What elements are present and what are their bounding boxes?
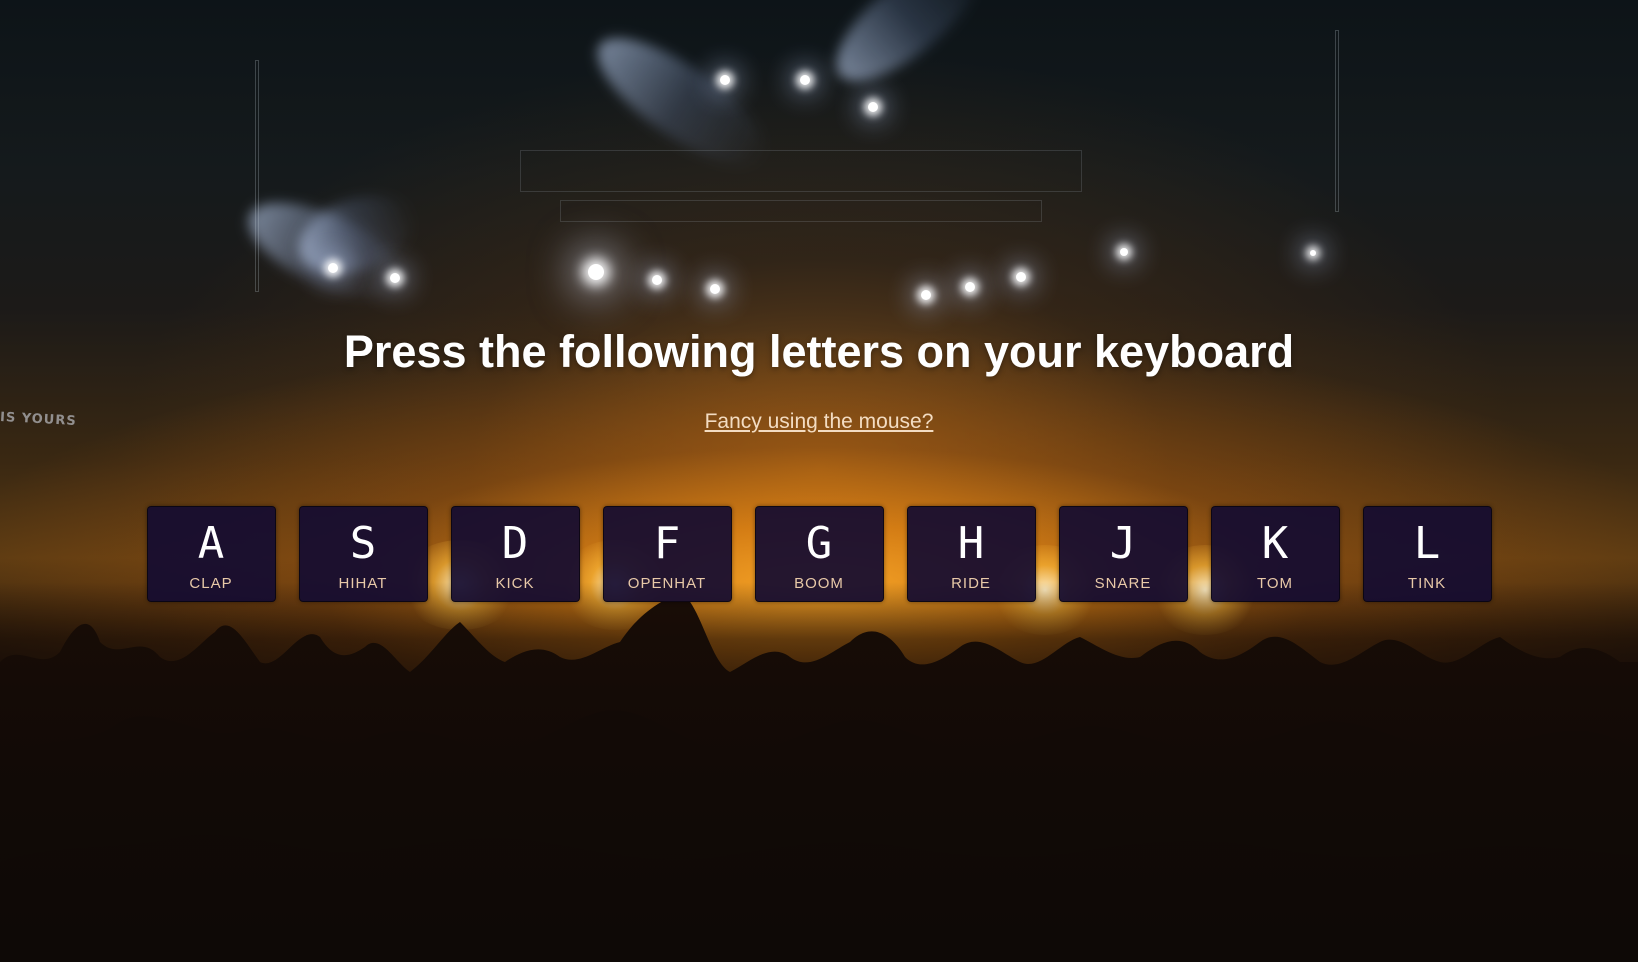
key-sound-label: TOM [1256,575,1294,592]
fancy-mouse-link[interactable]: Fancy using the mouse? [705,410,934,433]
key-sound-label: SNARE [1094,575,1152,592]
key-letter: H [957,518,985,569]
mouse-link-container: Fancy using the mouse? [0,410,1638,434]
key-sound-label: TINK [1407,575,1447,592]
drum-key-a[interactable]: A CLAP [146,506,276,602]
page-title: Press the following letters on your keyb… [343,326,1295,377]
drum-key-d[interactable]: D KICK [450,506,580,602]
key-sound-label: CLAP [189,575,233,592]
key-letter: J [1109,518,1137,569]
drum-kit-app: Press the following letters on your keyb… [0,0,1638,962]
key-sound-label: BOOM [794,575,844,592]
key-letter: S [349,518,377,569]
drum-key-j[interactable]: J SNARE [1058,506,1188,602]
key-letter: F [653,518,681,569]
key-letter: D [501,518,529,569]
drum-key-l[interactable]: L TINK [1362,506,1492,602]
drum-key-g[interactable]: G BOOM [754,506,884,602]
key-letter: A [197,518,225,569]
drum-keys: A CLAP S HIHAT D KICK F OPENHAT G BOOM H… [0,506,1638,602]
drum-key-s[interactable]: S HIHAT [298,506,428,602]
key-sound-label: RIDE [951,575,991,592]
drum-key-h[interactable]: H RIDE [906,506,1036,602]
key-sound-label: OPENHAT [627,575,707,592]
key-sound-label: HIHAT [338,575,388,592]
drum-key-k[interactable]: K TOM [1210,506,1340,602]
key-letter: G [805,518,833,569]
drum-key-f[interactable]: F OPENHAT [602,506,732,602]
key-letter: L [1413,518,1441,569]
key-letter: K [1261,518,1289,569]
key-sound-label: KICK [495,575,535,592]
